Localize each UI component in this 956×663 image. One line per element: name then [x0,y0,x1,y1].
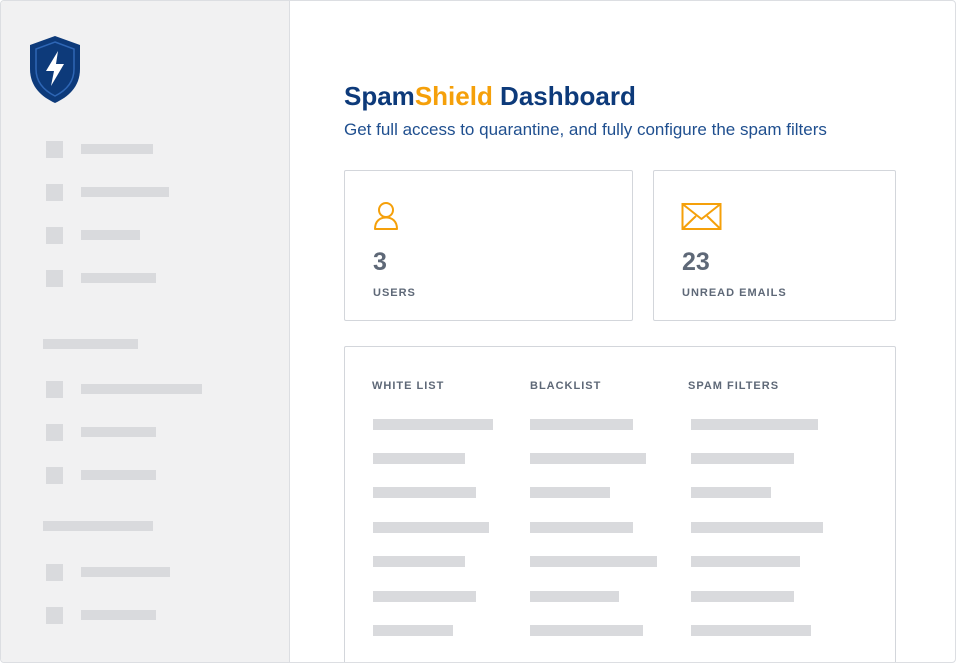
spam-filter-item[interactable] [691,556,800,567]
sidebar-item-label [81,610,156,620]
users-label: USERS [373,287,416,299]
blacklist-item[interactable] [530,591,619,602]
sidebar-item-label [81,427,156,437]
main-content: SpamShield Dashboard Get full access to … [290,1,955,662]
blacklist-item[interactable] [530,487,610,498]
spam-filter-item[interactable] [691,453,794,464]
unread-emails-label: UNREAD EMAILS [682,287,787,299]
sidebar-item-icon [46,141,63,158]
white-list-item[interactable] [373,522,489,533]
lists-panel: WHITE LIST BLACKLIST SPAM FILTERS [344,346,896,662]
blacklist-item[interactable] [530,419,633,430]
unread-emails-stat-card[interactable]: 23 UNREAD EMAILS [653,170,896,321]
blacklist-item[interactable] [530,453,646,464]
sidebar-item-icon [46,424,63,441]
users-stat-card[interactable]: 3 USERS [344,170,633,321]
spam-filter-item[interactable] [691,625,811,636]
sidebar-item-label [81,144,153,154]
blacklist-item[interactable] [530,625,643,636]
app-window: SpamShield Dashboard Get full access to … [0,0,956,663]
sidebar-section-heading [43,339,138,349]
sidebar-item-label [81,567,170,577]
column-header-white-list[interactable]: WHITE LIST [372,380,444,392]
sidebar-item-icon [46,381,63,398]
spam-filter-item[interactable] [691,487,771,498]
user-icon [374,202,398,230]
title-accent: Shield [414,81,493,111]
sidebar-item-label [81,187,169,197]
sidebar-item-label [81,230,140,240]
sidebar-item-icon [46,467,63,484]
sidebar-item-icon [46,184,63,201]
unread-emails-count: 23 [682,248,710,276]
sidebar [1,1,290,662]
sidebar-item-label [81,273,156,283]
spam-filter-item[interactable] [691,522,823,533]
sidebar-item-label [81,384,202,394]
sidebar-item-icon [46,607,63,624]
sidebar-item-icon [46,227,63,244]
shield-lightning-icon[interactable] [27,33,83,105]
sidebar-item-label [81,470,156,480]
title-prefix: Spam [344,81,415,111]
white-list-item[interactable] [373,487,476,498]
white-list-item[interactable] [373,625,453,636]
sidebar-section-heading [43,521,153,531]
white-list-item[interactable] [373,453,465,464]
page-subtitle: Get full access to quarantine, and fully… [344,120,827,139]
white-list-item[interactable] [373,419,493,430]
column-header-spam-filters[interactable]: SPAM FILTERS [688,380,779,392]
column-header-blacklist[interactable]: BLACKLIST [530,380,601,392]
page-title: SpamShield Dashboard [344,81,636,112]
white-list-item[interactable] [373,591,476,602]
spam-filter-item[interactable] [691,591,794,602]
users-count: 3 [373,248,387,276]
sidebar-item-icon [46,270,63,287]
envelope-icon [681,203,722,230]
blacklist-item[interactable] [530,522,633,533]
blacklist-item[interactable] [530,556,657,567]
white-list-item[interactable] [373,556,465,567]
sidebar-item-icon [46,564,63,581]
title-suffix: Dashboard [492,81,636,111]
spam-filter-item[interactable] [691,419,818,430]
